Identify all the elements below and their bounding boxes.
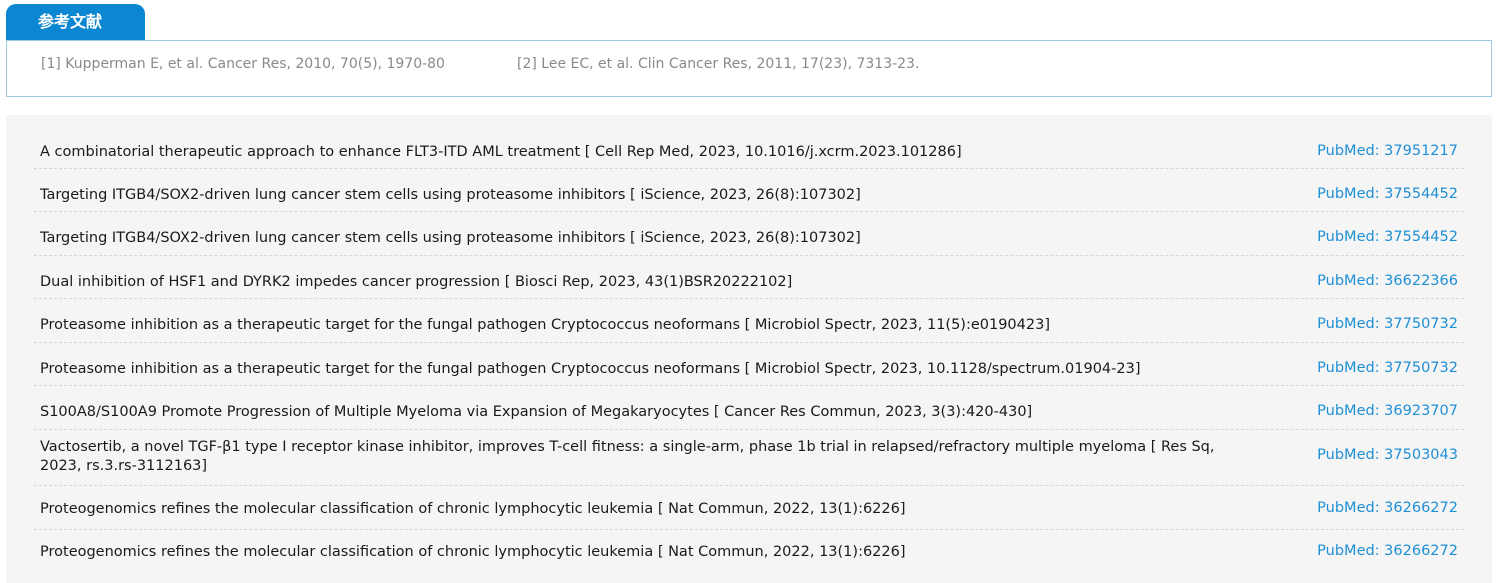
pubmed-link[interactable]: PubMed: 37554452 bbox=[1317, 186, 1458, 202]
pubmed-link[interactable]: PubMed: 37951217 bbox=[1317, 143, 1458, 159]
publication-title: Proteogenomics refines the molecular cla… bbox=[40, 501, 906, 517]
pubmed-link[interactable]: PubMed: 37750732 bbox=[1317, 360, 1458, 376]
publication-title: Targeting ITGB4/SOX2-driven lung cancer … bbox=[40, 230, 861, 246]
publication-row: Targeting ITGB4/SOX2-driven lung cancer … bbox=[34, 212, 1464, 256]
pubmed-link[interactable]: PubMed: 36622366 bbox=[1317, 273, 1458, 289]
publication-row: Proteogenomics refines the molecular cla… bbox=[34, 486, 1464, 530]
tab-references[interactable]: 参考文献 bbox=[6, 4, 145, 40]
pubmed-link[interactable]: PubMed: 37750732 bbox=[1317, 316, 1458, 332]
publication-title: Proteogenomics refines the molecular cla… bbox=[40, 544, 906, 560]
publication-row: S100A8/S100A9 Promote Progression of Mul… bbox=[34, 386, 1464, 430]
pubmed-link[interactable]: PubMed: 36266272 bbox=[1317, 543, 1458, 559]
publication-title: Proteasome inhibition as a therapeutic t… bbox=[40, 361, 1141, 377]
references-box: [1] Kupperman E, et al. Cancer Res, 2010… bbox=[6, 41, 1492, 97]
publication-row: Proteasome inhibition as a therapeutic t… bbox=[34, 299, 1464, 343]
publication-title: Vactosertib, a novel TGF-β1 type I recep… bbox=[40, 439, 1215, 474]
reference-item: [1] Kupperman E, et al. Cancer Res, 2010… bbox=[41, 56, 445, 72]
publication-row: Targeting ITGB4/SOX2-driven lung cancer … bbox=[34, 169, 1464, 212]
publication-title: A combinatorial therapeutic approach to … bbox=[40, 144, 962, 160]
tab-bar: 参考文献 bbox=[6, 0, 1492, 41]
publications-panel: A combinatorial therapeutic approach to … bbox=[6, 115, 1492, 583]
pubmed-link[interactable]: PubMed: 36266272 bbox=[1317, 500, 1458, 516]
publication-row: A combinatorial therapeutic approach to … bbox=[34, 125, 1464, 169]
publication-title: Proteasome inhibition as a therapeutic t… bbox=[40, 317, 1050, 333]
publication-title: Targeting ITGB4/SOX2-driven lung cancer … bbox=[40, 187, 861, 203]
pubmed-link[interactable]: PubMed: 37503043 bbox=[1317, 447, 1458, 463]
publication-title: Dual inhibition of HSF1 and DYRK2 impede… bbox=[40, 274, 793, 290]
publication-row: Proteogenomics refines the molecular cla… bbox=[34, 530, 1464, 574]
reference-item: [2] Lee EC, et al. Clin Cancer Res, 2011… bbox=[517, 56, 920, 72]
publication-row: Vactosertib, a novel TGF-β1 type I recep… bbox=[34, 430, 1464, 486]
publication-row: Dual inhibition of HSF1 and DYRK2 impede… bbox=[34, 256, 1464, 299]
publication-row: Proteasome inhibition as a therapeutic t… bbox=[34, 343, 1464, 386]
pubmed-link[interactable]: PubMed: 36923707 bbox=[1317, 403, 1458, 419]
pubmed-link[interactable]: PubMed: 37554452 bbox=[1317, 229, 1458, 245]
publication-title: S100A8/S100A9 Promote Progression of Mul… bbox=[40, 404, 1033, 420]
